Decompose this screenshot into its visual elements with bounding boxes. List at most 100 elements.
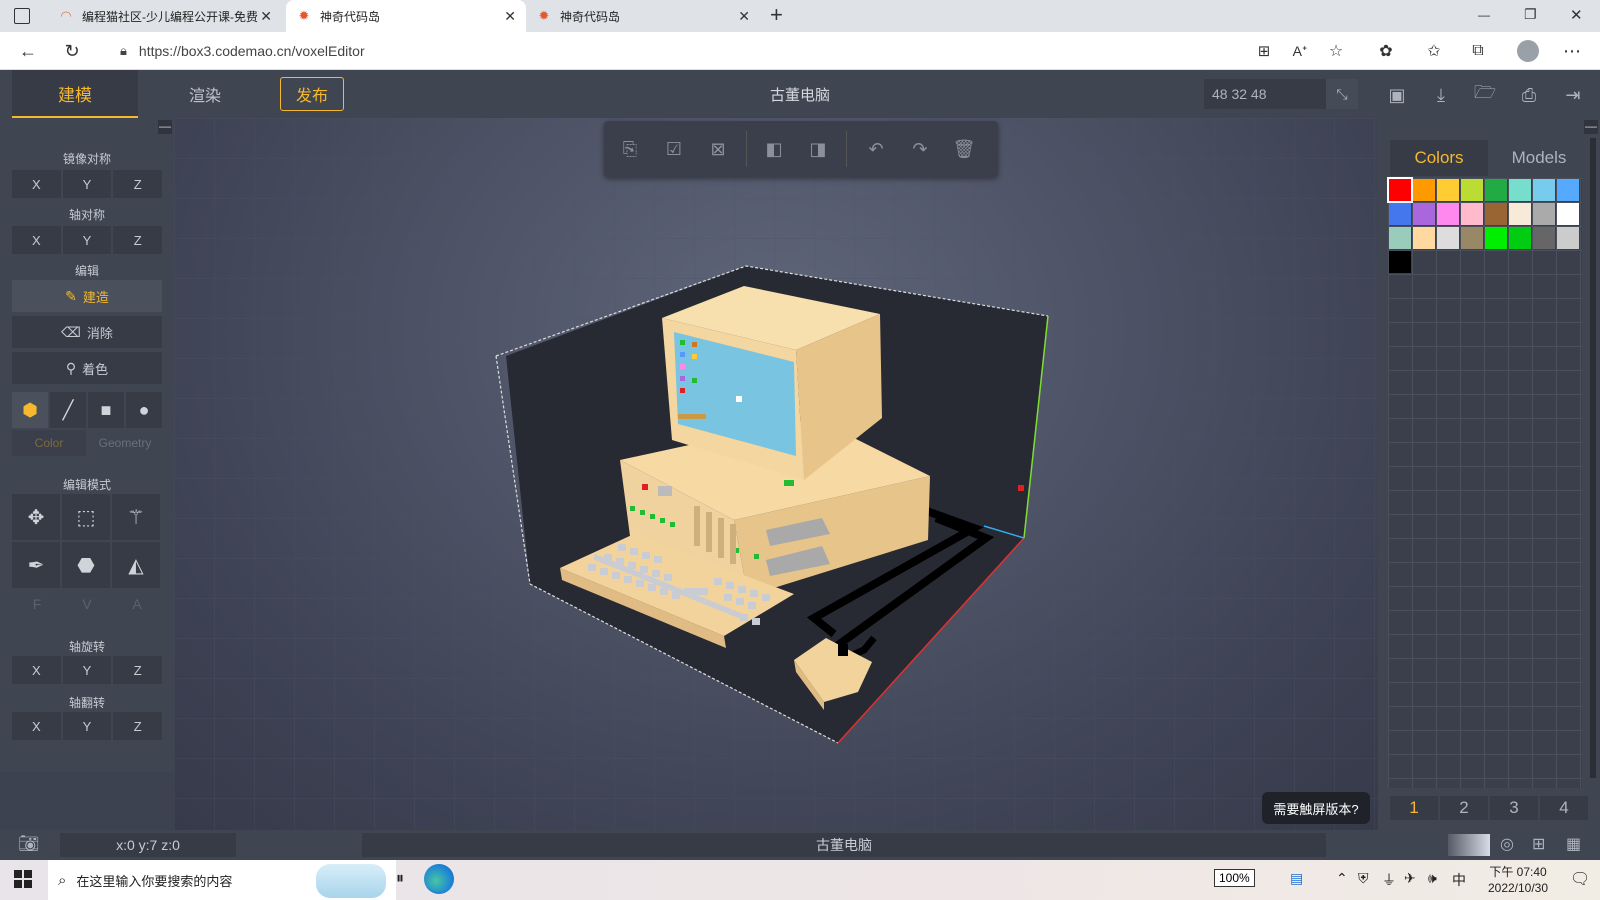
collections-icon[interactable]: ⧉	[1464, 38, 1492, 64]
undo-icon[interactable]: ↶	[862, 135, 890, 163]
save-icon[interactable]: ▣	[1384, 82, 1410, 108]
browser-tab-1[interactable]: ◠ 编程猫社区-少儿编程公开课-免费 ✕	[48, 0, 282, 32]
build-button[interactable]: ✎ 建造	[12, 280, 162, 312]
cube-tool-icon[interactable]: ⬢	[12, 392, 48, 428]
square-tool-icon[interactable]: ■	[88, 392, 124, 428]
tab-color[interactable]: Color	[12, 430, 86, 456]
browser-tab-2[interactable]: ✹ 神奇代码岛 ✕	[286, 0, 526, 32]
volume-icon[interactable]: 🕪︎	[1428, 870, 1437, 887]
new-tab-button[interactable]: +	[770, 2, 783, 28]
tab-colors[interactable]: Colors	[1390, 140, 1488, 176]
mode-a-button[interactable]: A	[112, 596, 162, 620]
grid-icon[interactable]: ⊞	[1532, 834, 1545, 854]
ime-indicator[interactable]: 中	[1452, 870, 1466, 890]
flip-x-button[interactable]: X	[12, 712, 61, 740]
show-hidden-icons[interactable]: ⌃	[1336, 870, 1348, 887]
axis-sym-z-button[interactable]: Z	[113, 226, 163, 254]
power-plug-icon[interactable]: ⏚	[1382, 870, 1396, 890]
mirror-y-button[interactable]: Y	[62, 170, 112, 198]
color-swatch[interactable]	[1387, 177, 1413, 203]
color-swatch[interactable]	[1485, 179, 1507, 201]
taskbar-search[interactable]: ⌕ 在这里输入你要搜索的内容	[48, 860, 396, 900]
palette-page-4[interactable]: 4	[1540, 796, 1588, 820]
color-swatch[interactable]	[1509, 179, 1531, 201]
mirror-x-button[interactable]: X	[12, 170, 61, 198]
network-icon[interactable]: ✈	[1404, 870, 1416, 887]
target-icon[interactable]: ◎	[1500, 834, 1514, 854]
color-swatch[interactable]	[1437, 203, 1459, 225]
color-swatch[interactable]	[1509, 227, 1531, 249]
color-swatch[interactable]	[1461, 203, 1483, 225]
collapse-panel-icon[interactable]: —	[1584, 120, 1598, 134]
mode-v-button[interactable]: V	[62, 596, 112, 620]
color-swatch[interactable]	[1389, 251, 1411, 273]
resize-icon[interactable]: ⤡	[1326, 79, 1358, 109]
tab-geometry[interactable]: Geometry	[88, 430, 162, 456]
url-field[interactable]: 🔒︎ https://box3.codemao.cn/voxelEditor	[100, 36, 1250, 66]
color-swatch[interactable]	[1533, 227, 1555, 249]
copy-icon[interactable]: ⎘	[616, 135, 644, 163]
browser-tab-3[interactable]: ✹ 神奇代码岛 ✕	[526, 0, 760, 32]
exit-icon[interactable]: ⇥	[1560, 82, 1586, 108]
print-icon[interactable]: ⎙	[1516, 82, 1542, 108]
magic-wand-icon[interactable]: ⚚	[112, 494, 160, 540]
extensions-icon[interactable]: ✿	[1372, 38, 1400, 64]
download-icon[interactable]: ⤓	[1428, 82, 1454, 108]
color-swatch[interactable]	[1437, 179, 1459, 201]
palette-page-3[interactable]: 3	[1490, 796, 1538, 820]
eyedropper-icon[interactable]: ✒	[12, 542, 60, 588]
tab-render[interactable]: 渲染	[150, 70, 260, 118]
tab-models[interactable]: Models	[1490, 140, 1588, 176]
close-window-button[interactable]: ✕	[1570, 6, 1583, 24]
redo-icon[interactable]: ↷	[906, 135, 934, 163]
line-tool-icon[interactable]: ╱	[50, 392, 86, 428]
touch-version-tip[interactable]: 需要触屏版本?	[1262, 792, 1370, 824]
mode-f-button[interactable]: F	[12, 596, 62, 620]
palette-page-1[interactable]: 1	[1390, 796, 1438, 820]
tab-actions-icon[interactable]	[14, 8, 30, 24]
close-tab-icon[interactable]: ✕	[260, 8, 272, 25]
color-swatch[interactable]	[1533, 179, 1555, 201]
paint-bucket-icon[interactable]: ◭	[112, 542, 160, 588]
favorite-star-icon[interactable]: ☆	[1322, 38, 1350, 64]
windows-start-icon[interactable]	[14, 870, 32, 888]
color-swatch[interactable]	[1557, 203, 1579, 225]
rotate-y-button[interactable]: Y	[62, 656, 112, 684]
color-swatch[interactable]	[1389, 203, 1411, 225]
collapse-panel-icon[interactable]: —	[158, 120, 172, 134]
color-swatch[interactable]	[1509, 203, 1531, 225]
trash-icon[interactable]: 🗑︎	[950, 135, 978, 163]
dense-grid-icon[interactable]: ▦	[1566, 834, 1581, 854]
favorites-icon[interactable]: ✩	[1420, 38, 1448, 64]
voxel-scene[interactable]	[174, 118, 1378, 830]
erase-button[interactable]: ⌫ 消除	[12, 316, 162, 348]
minimize-button[interactable]: —	[1478, 8, 1490, 22]
color-swatch[interactable]	[1413, 227, 1435, 249]
color-swatch[interactable]	[1461, 179, 1483, 201]
palette-page-2[interactable]: 2	[1440, 796, 1488, 820]
palette-scrollbar[interactable]	[1590, 138, 1596, 778]
flip-y-button[interactable]: Y	[62, 712, 112, 740]
split-icon[interactable]: ◨	[804, 135, 832, 163]
notification-icon[interactable]: 🗨︎	[1570, 869, 1590, 889]
more-menu-icon[interactable]: ⋯	[1558, 38, 1586, 64]
close-tab-icon[interactable]: ✕	[504, 8, 516, 25]
hex-erase-icon[interactable]: ⬣	[62, 542, 110, 588]
rotate-z-button[interactable]: Z	[113, 656, 163, 684]
read-aloud-icon[interactable]: Aᐩ	[1286, 38, 1314, 64]
tab-build[interactable]: 建模	[12, 70, 138, 118]
color-swatch[interactable]	[1389, 227, 1411, 249]
paint-button[interactable]: ⚲ 着色	[12, 352, 162, 384]
color-swatch[interactable]	[1557, 227, 1579, 249]
axis-sym-y-button[interactable]: Y	[62, 226, 112, 254]
news-widget-icon[interactable]: ▤	[1290, 870, 1303, 887]
security-icon[interactable]: ⛨	[1358, 870, 1369, 887]
color-swatch[interactable]	[1413, 203, 1435, 225]
open-folder-icon[interactable]: 🗁︎	[1472, 82, 1498, 108]
clock[interactable]: 下午 07:40 2022/10/30	[1478, 864, 1558, 896]
rotate-x-button[interactable]: X	[12, 656, 61, 684]
profile-avatar-icon[interactable]	[1514, 38, 1542, 64]
camera-icon[interactable]: 📷︎	[18, 834, 40, 854]
axis-sym-x-button[interactable]: X	[12, 226, 61, 254]
flip-z-button[interactable]: Z	[113, 712, 163, 740]
